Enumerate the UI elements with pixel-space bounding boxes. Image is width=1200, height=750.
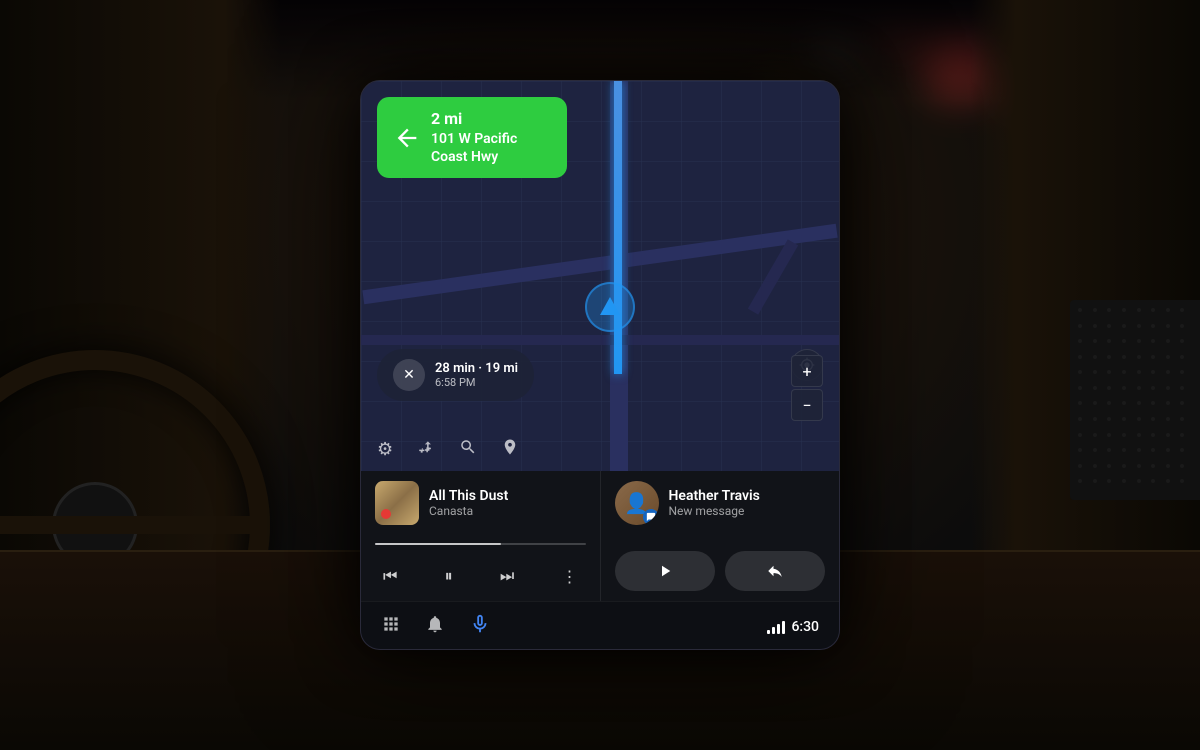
- car-position-indicator: [585, 282, 635, 332]
- next-track-button[interactable]: ⏭: [496, 564, 518, 590]
- search-icon[interactable]: [459, 438, 477, 461]
- track-info: All This Dust Canasta: [429, 488, 586, 518]
- map-road-horizontal-2: [361, 335, 839, 345]
- zoom-in-button[interactable]: +: [791, 355, 823, 387]
- nav-arrow-circle: [585, 282, 635, 332]
- contact-avatar: 👤: [615, 481, 659, 525]
- trip-eta: 6:58 PM: [435, 376, 518, 389]
- nav-arrow-inner: [600, 297, 620, 315]
- close-trip-button[interactable]: ✕: [393, 359, 425, 391]
- status-bar: 6:30: [767, 619, 819, 635]
- prev-track-button[interactable]: ⏮: [379, 564, 401, 590]
- nav-instruction-text: 2 mi 101 W Pacific Coast Hwy: [431, 109, 517, 166]
- apps-icon[interactable]: [381, 614, 401, 639]
- nav-street-2: Coast Hwy: [431, 148, 517, 166]
- album-art: [375, 481, 419, 525]
- map-area[interactable]: 2 mi 101 W Pacific Coast Hwy ✕ 28 min · …: [361, 81, 839, 471]
- message-info: 👤 Heather Travis New message: [615, 481, 826, 525]
- message-badge: [643, 509, 659, 525]
- alt-route-icon[interactable]: [417, 438, 435, 461]
- track-name: All This Dust: [429, 488, 586, 504]
- nav-icon-group: [381, 613, 491, 640]
- clock-display: 6:30: [791, 619, 819, 635]
- message-panel: 👤 Heather Travis New message: [601, 471, 840, 601]
- map-controls-bar: ⚙: [377, 438, 519, 461]
- message-preview: New message: [669, 504, 760, 518]
- music-info: All This Dust Canasta: [375, 481, 586, 525]
- trip-details: 28 min · 19 mi 6:58 PM: [435, 361, 518, 389]
- progress-bar: [375, 543, 586, 545]
- contact-name: Heather Travis: [669, 488, 760, 504]
- bottom-nav-bar: 6:30: [361, 601, 839, 650]
- music-panel[interactable]: All This Dust Canasta ⏮ ⏸ ⏭ ⋮: [361, 471, 601, 601]
- nav-street-1: 101 W Pacific: [431, 130, 517, 148]
- turn-arrow-icon: [393, 124, 421, 152]
- message-actions: [615, 551, 826, 591]
- nav-distance: 2 mi: [431, 109, 517, 130]
- speaker-grille: // Render speaker dots document.currentS…: [1070, 300, 1200, 500]
- notifications-icon[interactable]: [425, 614, 445, 639]
- settings-icon[interactable]: ⚙: [377, 439, 393, 460]
- message-text: Heather Travis New message: [669, 488, 760, 518]
- trip-duration: 28 min · 19 mi: [435, 361, 518, 376]
- play-message-button[interactable]: [615, 551, 715, 591]
- reply-message-button[interactable]: [725, 551, 825, 591]
- nav-instruction-card: 2 mi 101 W Pacific Coast Hwy: [377, 97, 567, 178]
- music-controls: ⏮ ⏸ ⏭ ⋮: [375, 563, 586, 591]
- more-options-button[interactable]: ⋮: [557, 563, 581, 591]
- artist-name: Canasta: [429, 504, 586, 518]
- pause-button[interactable]: ⏸: [441, 564, 457, 590]
- bottom-panels: All This Dust Canasta ⏮ ⏸ ⏭ ⋮ 👤: [361, 471, 839, 601]
- microphone-icon[interactable]: [469, 613, 491, 640]
- pin-icon[interactable]: [501, 438, 519, 461]
- progress-fill: [375, 543, 501, 545]
- signal-icon: [767, 620, 785, 634]
- android-auto-screen: 2 mi 101 W Pacific Coast Hwy ✕ 28 min · …: [360, 80, 840, 650]
- zoom-controls: + −: [791, 355, 823, 421]
- zoom-out-button[interactable]: −: [791, 389, 823, 421]
- trip-info-card: ✕ 28 min · 19 mi 6:58 PM: [377, 349, 534, 401]
